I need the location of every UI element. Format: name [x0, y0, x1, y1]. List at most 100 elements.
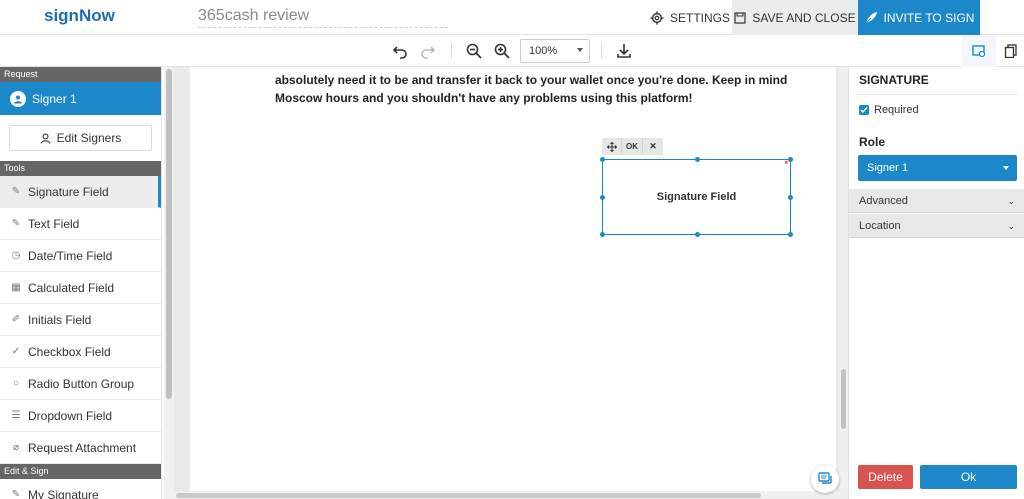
tool-label: Radio Button Group	[28, 376, 135, 391]
invite-label: INVITE TO SIGN	[883, 10, 975, 25]
pen-icon: ✎	[11, 186, 21, 197]
feather-icon	[865, 11, 877, 23]
download-icon	[617, 44, 631, 58]
check-icon: ✓	[11, 346, 21, 357]
gear-icon	[650, 10, 664, 25]
document-page[interactable]: absolutely need it to be and transfer it…	[190, 67, 836, 491]
chat-button[interactable]	[811, 465, 839, 493]
resize-handle[interactable]	[788, 195, 793, 200]
tool-checkbox-field[interactable]: ✓ Checkbox Field	[0, 336, 161, 368]
resize-handle[interactable]	[600, 157, 605, 162]
tool-signature-field[interactable]: ✎ Signature Field	[0, 176, 161, 208]
role-select[interactable]: Signer 1	[858, 155, 1017, 181]
document-canvas: absolutely need it to be and transfer it…	[174, 67, 848, 499]
zoom-out-button[interactable]	[463, 40, 485, 62]
tool-label: Date/Time Field	[28, 248, 113, 263]
save-and-close-button[interactable]: SAVE AND CLOSE	[732, 0, 858, 35]
settings-button[interactable]: SETTINGS	[650, 0, 730, 35]
download-button[interactable]	[613, 40, 635, 62]
resize-handle[interactable]	[695, 157, 700, 162]
edit-signers-label: Edit Signers	[56, 131, 122, 145]
advanced-section-toggle[interactable]: Advanced ⌄	[849, 189, 1024, 213]
request-section-heading: Request	[0, 67, 161, 82]
zoom-in-button[interactable]	[491, 40, 513, 62]
invite-to-sign-button[interactable]: INVITE TO SIGN	[858, 0, 980, 35]
save-label: SAVE AND CLOSE	[752, 10, 856, 25]
field-properties-tab[interactable]	[962, 35, 996, 67]
zoom-value: 100%	[529, 45, 558, 57]
field-ok-button[interactable]: OK	[622, 138, 643, 155]
tool-my-signature[interactable]: ✎ My Signature	[0, 479, 161, 499]
location-section-toggle[interactable]: Location ⌄	[849, 214, 1024, 238]
tool-label: Calculated Field	[28, 280, 115, 295]
move-handle-button[interactable]	[602, 138, 622, 155]
zoom-in-icon	[494, 43, 510, 59]
edit-signers-button[interactable]: Edit Signers	[9, 125, 152, 151]
chevron-down-icon: ⌄	[1007, 196, 1015, 206]
paperclip-icon: ⌀	[12, 442, 20, 453]
required-label: Required	[874, 104, 919, 116]
text-pen-icon: ✎	[11, 218, 21, 229]
clock-icon: ◷	[11, 250, 21, 261]
tool-label: Request Attachment	[28, 440, 137, 455]
list-icon: ☰	[11, 410, 21, 421]
role-label: Role	[859, 135, 886, 149]
field-settings-icon	[972, 45, 986, 58]
copy-pages-icon	[1004, 44, 1017, 58]
user-icon	[40, 133, 51, 144]
initials-pen-icon: ✐	[11, 314, 21, 325]
tool-radio-button-group[interactable]: ○ Radio Button Group	[0, 368, 161, 400]
resize-handle[interactable]	[788, 232, 793, 237]
tool-calculated-field[interactable]: ▦ Calculated Field	[0, 272, 161, 304]
required-checkbox[interactable]: Required	[859, 104, 919, 116]
signature-field-label: Signature Field	[656, 191, 737, 203]
field-properties-panel: SIGNATURE Required Role Signer 1 Advance…	[848, 67, 1024, 499]
signer-name: Signer 1	[32, 91, 77, 106]
field-close-button[interactable]: ✕	[643, 138, 663, 155]
tool-label: Signature Field	[28, 184, 109, 199]
chat-icon	[817, 471, 832, 484]
canvas-vertical-scrollbar-thumb[interactable]	[841, 369, 846, 429]
resize-handle[interactable]	[788, 157, 793, 162]
resize-handle[interactable]	[600, 195, 605, 200]
tool-text-field[interactable]: ✎ Text Field	[0, 208, 161, 240]
delete-button[interactable]: Delete	[858, 465, 913, 489]
redo-icon	[421, 46, 436, 59]
document-text: absolutely need it to be and transfer it…	[275, 73, 788, 105]
advanced-label: Advanced	[859, 194, 908, 207]
canvas-horizontal-scrollbar-thumb[interactable]	[176, 493, 761, 498]
chevron-down-icon	[1003, 166, 1009, 170]
sidebar-scrollbar-thumb[interactable]	[166, 69, 172, 399]
chevron-down-icon	[577, 48, 583, 52]
canvas-vertical-scrollbar[interactable]	[839, 67, 848, 499]
edit-sign-section-heading: Edit & Sign	[0, 464, 161, 479]
tool-initials-field[interactable]: ✐ Initials Field	[0, 304, 161, 336]
sidebar-scrollbar[interactable]	[164, 67, 174, 499]
panel-divider	[855, 94, 1017, 95]
top-bar: signNow 365cash review SETTINGS SAVE AND…	[0, 0, 1024, 35]
signer-item[interactable]: Signer 1	[0, 82, 161, 115]
toolbar-divider	[451, 43, 452, 59]
resize-handle[interactable]	[695, 232, 700, 237]
redo-button[interactable]	[417, 40, 439, 62]
user-avatar-icon	[10, 90, 26, 107]
tool-request-attachment[interactable]: ⌀ Request Attachment	[0, 432, 161, 464]
tool-label: My Signature	[28, 487, 99, 499]
tool-dropdown-field[interactable]: ☰ Dropdown Field	[0, 400, 161, 432]
tool-label: Initials Field	[28, 312, 92, 327]
zoom-select[interactable]: 100%	[520, 39, 590, 63]
undo-button[interactable]	[389, 40, 411, 62]
move-icon	[606, 141, 617, 152]
ok-button[interactable]: Ok	[920, 465, 1017, 489]
document-title[interactable]: 365cash review	[198, 7, 448, 28]
checkbox-checked-icon[interactable]	[859, 105, 869, 115]
radio-icon: ○	[12, 378, 20, 389]
zoom-out-icon	[466, 43, 482, 59]
role-value: Signer 1	[867, 162, 908, 174]
resize-handle[interactable]	[600, 232, 605, 237]
tool-date-time-field[interactable]: ◷ Date/Time Field	[0, 240, 161, 272]
canvas-horizontal-scrollbar[interactable]	[174, 491, 839, 499]
app-logo[interactable]: signNow	[44, 6, 115, 26]
pages-tab[interactable]	[994, 35, 1024, 67]
signature-field[interactable]: Signature Field *	[600, 157, 793, 237]
